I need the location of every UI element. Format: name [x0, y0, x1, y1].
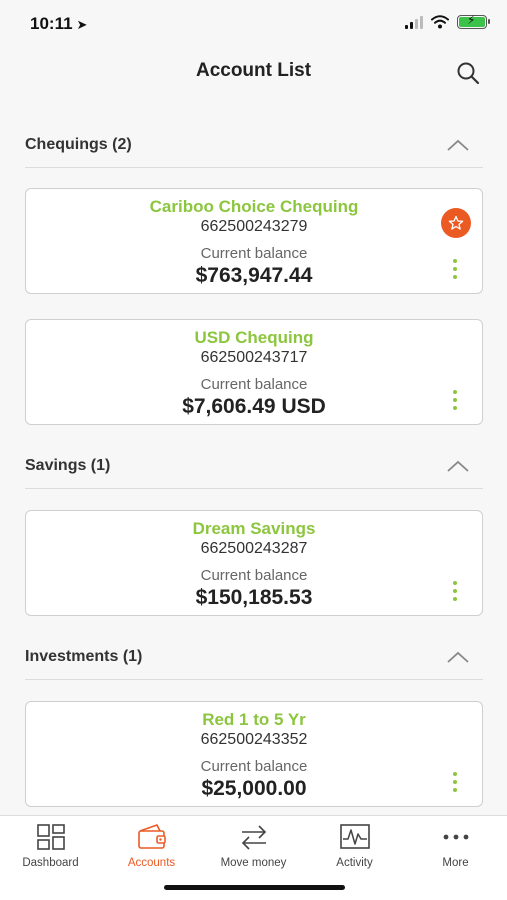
- balance-label: Current balance: [200, 245, 308, 262]
- section-title: Chequings (2): [25, 136, 132, 153]
- account-card-usd-chequing[interactable]: USD Chequing 662500243717 Current balanc…: [25, 319, 483, 425]
- account-number: 662500243352: [200, 731, 308, 748]
- status-bar: 10:11 ➤ ⚡: [0, 0, 507, 50]
- section-title: Investments (1): [25, 648, 143, 665]
- tab-label: Accounts: [127, 857, 176, 869]
- account-card-dream-savings[interactable]: Dream Savings 662500243287 Current balan…: [25, 510, 483, 616]
- chevron-up-icon[interactable]: [447, 138, 469, 152]
- status-time-text: 10:11: [30, 14, 73, 33]
- more-dots-icon: [443, 834, 468, 840]
- tab-more[interactable]: More: [405, 822, 506, 874]
- section-title: Savings (1): [25, 457, 111, 474]
- status-time: 10:11 ➤: [30, 14, 87, 34]
- dashboard-icon: [36, 824, 65, 850]
- location-arrow-icon: ➤: [76, 17, 88, 32]
- account-name[interactable]: USD Chequing: [26, 328, 482, 348]
- balance-amount: $25,000.00: [201, 777, 307, 800]
- account-name[interactable]: Cariboo Choice Chequing: [26, 197, 482, 217]
- tab-move-money[interactable]: Move money: [203, 822, 304, 874]
- tab-activity[interactable]: Activity: [304, 822, 405, 874]
- tab-dashboard[interactable]: Dashboard: [0, 822, 101, 874]
- account-card-red-1-to-5-yr[interactable]: Red 1 to 5 Yr 662500243352 Current balan…: [25, 701, 483, 807]
- app-header: Account List: [0, 50, 507, 94]
- account-number: 662500243287: [200, 540, 308, 557]
- chevron-up-icon[interactable]: [447, 459, 469, 473]
- balance-label: Current balance: [200, 376, 308, 393]
- section-header-investments[interactable]: Investments (1): [25, 640, 483, 680]
- battery-icon: ⚡: [457, 13, 490, 29]
- balance-amount: $763,947.44: [195, 264, 313, 287]
- kebab-menu-icon[interactable]: [446, 257, 464, 281]
- wallet-icon: [137, 824, 166, 849]
- kebab-menu-icon[interactable]: [446, 388, 464, 412]
- balance-amount: $7,606.49 USD: [182, 395, 326, 418]
- section-header-chequings[interactable]: Chequings (2): [25, 128, 483, 168]
- tab-label: Dashboard: [22, 857, 79, 869]
- favorite-star-icon[interactable]: [441, 208, 471, 238]
- cellular-signal-icon: [405, 15, 423, 29]
- balance-label: Current balance: [200, 567, 308, 584]
- balance-amount: $150,185.53: [195, 586, 313, 609]
- account-card-cariboo-choice-chequing[interactable]: Cariboo Choice Chequing 662500243279 Cur…: [25, 188, 483, 294]
- section-header-savings[interactable]: Savings (1): [25, 449, 483, 489]
- home-indicator: [164, 885, 345, 890]
- account-number: 662500243279: [200, 218, 308, 235]
- account-name[interactable]: Dream Savings: [26, 519, 482, 539]
- page-title: Account List: [195, 60, 312, 81]
- transfer-arrows-icon: [241, 825, 266, 850]
- chevron-up-icon[interactable]: [447, 650, 469, 664]
- kebab-menu-icon[interactable]: [446, 770, 464, 794]
- tab-label: Activity: [336, 857, 373, 869]
- activity-chart-icon: [339, 824, 370, 849]
- account-name[interactable]: Red 1 to 5 Yr: [26, 710, 482, 730]
- search-icon[interactable]: [455, 60, 481, 86]
- kebab-menu-icon[interactable]: [446, 579, 464, 603]
- balance-label: Current balance: [200, 758, 308, 775]
- tab-accounts[interactable]: Accounts: [101, 822, 202, 874]
- tab-label: Move money: [220, 857, 287, 869]
- tab-label: More: [442, 857, 469, 869]
- status-icons: ⚡: [405, 13, 490, 29]
- account-number: 662500243717: [200, 349, 308, 366]
- wifi-icon: [431, 15, 449, 29]
